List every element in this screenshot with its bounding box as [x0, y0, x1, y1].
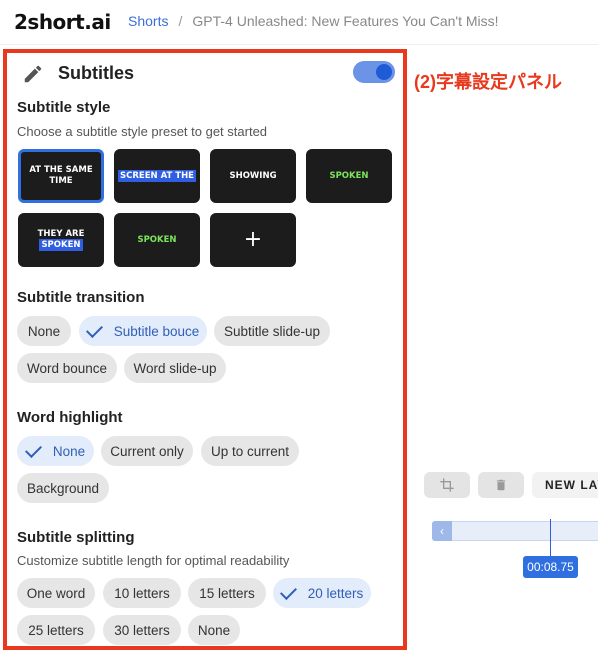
panel-annotation: (2)字幕設定パネル — [414, 72, 562, 92]
style-preset-3[interactable]: SHOWING — [210, 149, 296, 203]
trash-icon — [496, 479, 506, 491]
chip-label: Subtitle slide-up — [223, 323, 321, 339]
subtitle-transition-heading: Subtitle transition — [17, 289, 145, 306]
word-highlight-heading: Word highlight — [17, 409, 123, 426]
preset-text: TIME — [49, 176, 73, 186]
chip-label: None — [27, 323, 61, 339]
transition-option-subtitle-slide-up[interactable]: Subtitle slide-up — [214, 316, 330, 346]
timeline-track[interactable] — [432, 521, 598, 541]
panel-title: Subtitles — [58, 63, 135, 83]
check-icon — [85, 320, 103, 338]
check-icon — [24, 440, 42, 458]
chip-label: 15 letters — [199, 585, 255, 601]
split-option-30-letters[interactable]: 30 letters — [103, 615, 181, 645]
chip-label: 10 letters — [114, 585, 170, 601]
transition-option-word-slide-up[interactable]: Word slide-up — [124, 353, 226, 383]
chip-label: Subtitle bouce — [113, 323, 200, 339]
chip-label: 20 letters — [307, 585, 364, 601]
style-preset-2[interactable]: SCREEN AT THE — [114, 149, 200, 203]
chip-label: One word — [26, 585, 86, 601]
crop-button[interactable] — [424, 472, 470, 498]
preset-text: THEY ARE — [37, 229, 85, 240]
preset-text: SHOWING — [229, 170, 277, 181]
pencil-icon — [24, 65, 42, 83]
highlight-option-background[interactable]: Background — [17, 473, 109, 503]
add-preset-button[interactable]: + — [210, 213, 296, 267]
style-preset-6[interactable]: SPOKEN — [114, 213, 200, 267]
breadcrumb-shorts-link[interactable]: Shorts — [128, 13, 168, 29]
new-layout-button[interactable]: NEW LAY — [532, 472, 598, 498]
style-preset-5[interactable]: THEY ARE SPOKEN — [18, 213, 104, 267]
subtitle-style-heading: Subtitle style — [17, 99, 111, 116]
preset-text: SPOKEN — [39, 239, 83, 251]
highlight-option-up-to-current[interactable]: Up to current — [201, 436, 299, 466]
highlight-option-none[interactable]: None — [17, 436, 94, 466]
playhead[interactable] — [550, 519, 551, 557]
chip-label: Word slide-up — [133, 360, 217, 376]
breadcrumb-separator: / — [178, 13, 183, 29]
subtitle-style-description: Choose a subtitle style preset to get st… — [17, 124, 268, 139]
transition-option-subtitle-bouce[interactable]: Subtitle bouce — [79, 316, 207, 346]
toggle-knob — [376, 64, 392, 80]
delete-button[interactable] — [478, 472, 524, 498]
breadcrumb-current: GPT-4 Unleashed: New Features You Can't … — [192, 13, 499, 29]
split-option-none[interactable]: None — [188, 615, 240, 645]
chip-label: Up to current — [210, 443, 290, 459]
chip-label: 30 letters — [114, 622, 170, 638]
breadcrumb: Shorts / GPT-4 Unleashed: New Features You… — [128, 13, 499, 29]
style-preset-4[interactable]: SPOKEN — [306, 149, 392, 203]
transition-option-none[interactable]: None — [17, 316, 71, 346]
chip-label: Current only — [110, 443, 184, 459]
timeline-left-handle[interactable]: ‹ — [432, 521, 452, 541]
split-option-20-letters[interactable]: 20 letters — [273, 578, 371, 608]
subtitles-toggle[interactable] — [353, 61, 395, 83]
preset-text: SPOKEN — [329, 170, 369, 181]
preset-text: SCREEN AT THE — [118, 169, 196, 183]
crop-icon — [440, 478, 454, 492]
subtitle-splitting-description: Customize subtitle length for optimal re… — [17, 553, 290, 568]
split-option-10-letters[interactable]: 10 letters — [103, 578, 181, 608]
top-bar: 2short.ai Shorts / GPT-4 Unleashed: New Fe… — [0, 0, 598, 45]
chip-label: None — [197, 622, 231, 638]
chip-label: 25 letters — [28, 622, 84, 638]
chip-label: Background — [26, 480, 100, 496]
preset-text: SPOKEN — [137, 234, 177, 245]
subtitle-splitting-heading: Subtitle splitting — [17, 529, 135, 546]
subtitle-settings-panel: Subtitles Subtitle style Choose a subtit… — [3, 49, 407, 650]
split-option-15-letters[interactable]: 15 letters — [188, 578, 266, 608]
transition-option-word-bounce[interactable]: Word bounce — [17, 353, 117, 383]
current-time-badge: 00:08.75 — [523, 556, 578, 578]
chip-label: Word bounce — [26, 360, 108, 376]
panel-header: Subtitles — [22, 61, 395, 87]
preset-text: AT THE SAME — [29, 165, 93, 176]
app-logo[interactable]: 2short.ai — [14, 10, 111, 34]
plus-icon: + — [243, 227, 263, 253]
style-preset-1[interactable]: AT THE SAME TIME — [18, 149, 104, 203]
chip-label: None — [52, 443, 86, 459]
highlight-option-current-only[interactable]: Current only — [101, 436, 193, 466]
check-icon — [279, 582, 297, 600]
split-option-one-word[interactable]: One word — [17, 578, 95, 608]
split-option-25-letters[interactable]: 25 letters — [17, 615, 95, 645]
